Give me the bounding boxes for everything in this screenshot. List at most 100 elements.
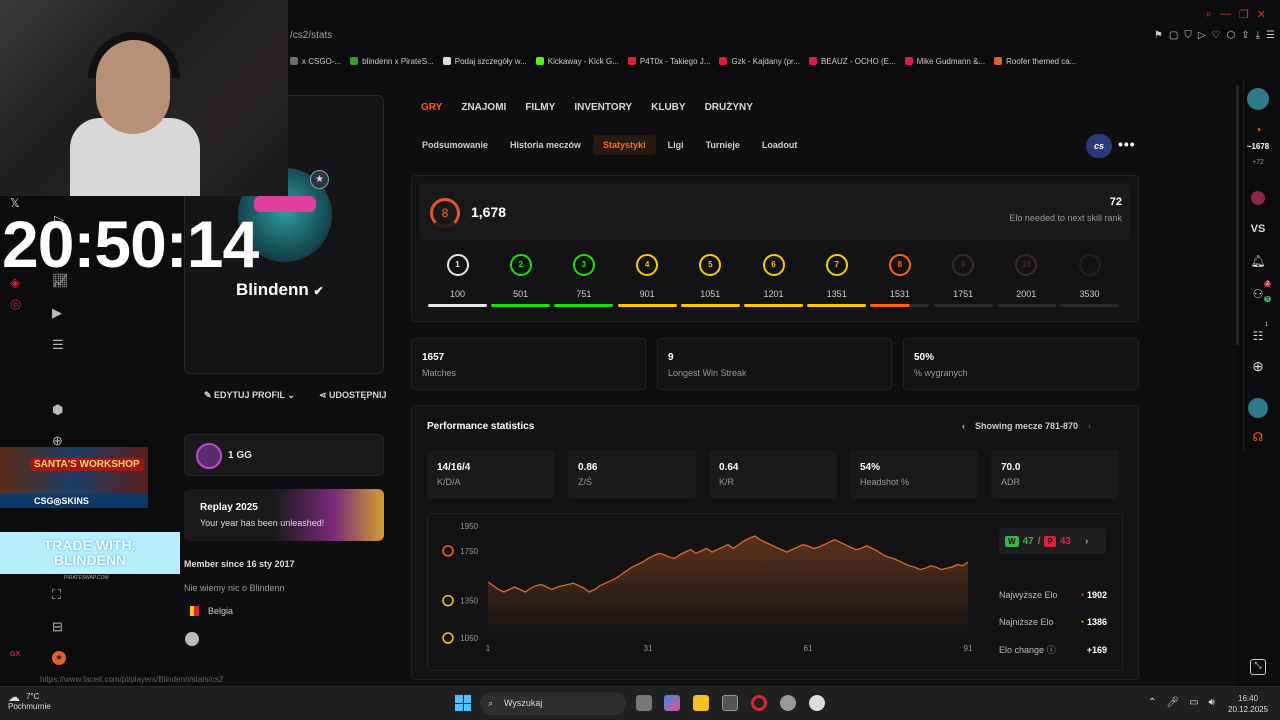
task-view-icon[interactable]	[636, 695, 652, 711]
heart-icon[interactable]: ♡	[1212, 30, 1221, 41]
play-icon[interactable]: ▷	[1198, 30, 1206, 41]
performance-pager: ‹ Showing mecze 781-870 ›	[962, 421, 1091, 431]
mic-icon[interactable]: 🎤︎	[1166, 697, 1179, 708]
prev-page-icon[interactable]: ‹	[962, 421, 965, 431]
taskbar-clock[interactable]: 16:40 20.12.2025	[1228, 693, 1268, 715]
game-badge[interactable]: cs	[1086, 134, 1112, 158]
bookmark-item[interactable]: Gzk - Kajdany (pr...	[719, 52, 800, 70]
bookmark-item[interactable]: Roofer themed ca...	[994, 52, 1076, 70]
gx-icon[interactable]: GX	[10, 651, 20, 658]
store-icon[interactable]	[722, 695, 738, 711]
collapse-icon[interactable]: ⤡	[1250, 659, 1266, 675]
bookmark-item[interactable]: P4T0x - Takiego J...	[627, 52, 710, 70]
steam-taskbar-icon[interactable]	[780, 695, 796, 711]
edit-profile-button[interactable]: ✎ EDYTUJ PROFIL ⌄	[204, 390, 295, 401]
scrollbar[interactable]	[1236, 85, 1239, 345]
country-label: Belgia	[208, 606, 234, 616]
taskbar-search-text: Wyszukaj	[504, 698, 543, 708]
next-page-icon[interactable]: ›	[1088, 421, 1091, 431]
sidebar-elo: ~1678	[1246, 142, 1270, 151]
file-explorer-icon[interactable]	[693, 695, 709, 711]
sidebar-icon[interactable]: ☰	[1266, 30, 1275, 41]
trade-line2: BLINDENN	[53, 552, 127, 568]
subtab-item[interactable]: Podsumowanie	[412, 135, 498, 155]
headset-icon[interactable]: ☊	[1253, 430, 1264, 444]
replay-banner[interactable]	[184, 489, 384, 541]
opera-gx-icon[interactable]	[751, 695, 767, 711]
vs-icon[interactable]: VS	[1251, 223, 1266, 235]
info-icon[interactable]: ⓘ	[1047, 645, 1056, 655]
bookmark-label: x CSGO-...	[302, 56, 342, 66]
close-button[interactable]: ✕	[1257, 8, 1266, 21]
performance-stat-value: 0.64	[719, 462, 739, 473]
user-avatar-icon[interactable]	[1247, 88, 1269, 110]
settings-red-icon[interactable]: ◎	[10, 296, 21, 312]
tab-drużyny[interactable]: DRUŻYNY	[705, 102, 753, 113]
subtab-item[interactable]: Historia meczów	[500, 135, 591, 155]
performance-stat-label: K/D/A	[437, 477, 461, 487]
volume-icon[interactable]: 🔊︎	[1209, 697, 1215, 708]
tab-gry[interactable]: GRY	[421, 102, 442, 113]
status-url: https://www.faceit.com/pl/players/Blinde…	[40, 675, 224, 684]
tab-filmy[interactable]: FILMY	[525, 102, 555, 113]
windows-start-icon[interactable]	[455, 695, 471, 711]
weather-widget[interactable]: ☁ 7°C Pochmurnie	[8, 691, 51, 712]
win-loss-box[interactable]: W 47 / P 43 ›	[999, 528, 1106, 554]
live-icon[interactable]	[1251, 191, 1265, 205]
bookmark-item[interactable]: BEAUZ - OCHO (E...	[808, 52, 896, 70]
verified-icon: ✔	[313, 284, 324, 298]
more-options-icon[interactable]: •••	[1118, 136, 1136, 152]
bookmark-item[interactable]: blindenn x PirateS...	[350, 52, 434, 70]
replay-title: Replay 2025	[200, 502, 258, 513]
steam-icon[interactable]	[185, 632, 199, 646]
trade-banner[interactable]: TRADE WITH: BLINDENN	[0, 532, 180, 574]
network-icon[interactable]: ▭	[1189, 697, 1198, 708]
vpn-icon[interactable]: ⛉	[1184, 30, 1192, 41]
media-player-icon[interactable]	[809, 695, 825, 711]
bookmark-icon[interactable]: ⚑	[1154, 30, 1163, 41]
download-icon[interactable]: ⤓	[1256, 30, 1260, 41]
skill-level-bar	[996, 304, 1056, 307]
maximize-button[interactable]: ❐	[1239, 8, 1249, 21]
rank-icon[interactable]: ⬢	[52, 402, 63, 418]
taskbar-search[interactable]: ⌕ Wyszukaj	[480, 692, 626, 715]
video-icon[interactable]: ▶︎	[52, 305, 62, 321]
x-tick-label: 31	[644, 644, 653, 653]
list-icon[interactable]: ☰	[52, 337, 64, 353]
screenshot-icon[interactable]: ▢	[1169, 30, 1178, 41]
bell-icon[interactable]: 🔔︎	[1250, 254, 1265, 268]
bookmark-item[interactable]: Kickaway - Kick G...	[535, 52, 619, 70]
shop-icon[interactable]: ⊟	[52, 619, 63, 635]
party-badge: 1	[1265, 322, 1269, 328]
share-icon[interactable]: ⇪	[1241, 30, 1249, 41]
share-button[interactable]: ⋖ UDOSTĘPNIJ	[319, 390, 387, 401]
chevron-up-icon[interactable]: ⌃	[1148, 697, 1156, 708]
extensions-icon[interactable]: ⬡	[1226, 30, 1235, 41]
club-avatar-icon[interactable]	[1248, 398, 1268, 418]
bookmark-item[interactable]: Mike Gudmann &...	[904, 52, 985, 70]
tab-kluby[interactable]: KLUBY	[651, 102, 685, 113]
system-tray: ⌃ 🎤︎ ▭ 🔊︎	[1148, 697, 1215, 708]
friends-icon[interactable]: ⚇	[1253, 287, 1264, 301]
loss-icon: P	[1044, 535, 1056, 547]
tab-inventory[interactable]: INVENTORY	[574, 102, 632, 113]
subtab-item[interactable]: Statystyki	[593, 135, 656, 155]
add-icon[interactable]: ⊕	[1252, 358, 1264, 375]
performance-stat-card: 0.64 K/R	[709, 450, 837, 499]
subtab-item[interactable]: Loadout	[752, 135, 808, 155]
address-bar[interactable]: /cs2/stats	[290, 30, 332, 41]
subtab-item[interactable]: Ligi	[658, 135, 694, 155]
copilot-icon[interactable]	[664, 695, 680, 711]
minimize-button[interactable]: —	[1220, 8, 1231, 21]
skill-level-item: 5 1051	[680, 254, 741, 307]
party-icon[interactable]: ☷	[1253, 329, 1264, 343]
bookmark-item[interactable]: Podaj szczegóły w...	[442, 52, 527, 70]
bookmark-item[interactable]: x CSGO-...	[290, 52, 341, 70]
elo-needed-value: 72	[1109, 196, 1122, 208]
tab-znajomi[interactable]: ZNAJOMI	[461, 102, 506, 113]
subtab-item[interactable]: Turnieje	[696, 135, 750, 155]
search-icon[interactable]: ⌕	[1206, 8, 1212, 21]
star-icon[interactable]: ★	[52, 651, 66, 665]
fullscreen-icon[interactable]: ⛶	[52, 587, 61, 603]
highest-elo-row: Najwyższe Elo ◔ 1902	[999, 590, 1107, 600]
